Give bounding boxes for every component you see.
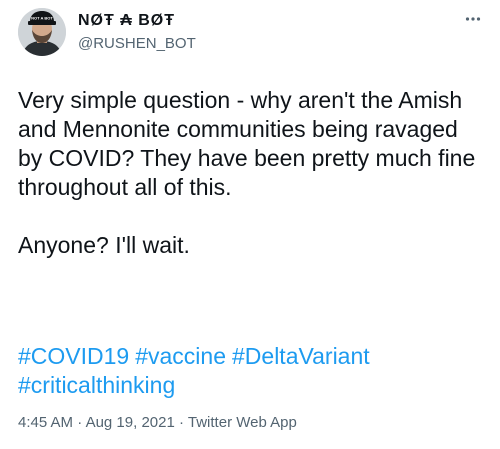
avatar-image: NOT A BOT: [18, 8, 66, 56]
hashtag-list: #COVID19 #vaccine #DeltaVariant #criticalth…: [18, 342, 488, 400]
tweet-date[interactable]: Aug 19, 2021: [86, 414, 175, 431]
hashtag-deltavariant[interactable]: #DeltaVariant: [232, 343, 370, 369]
tweet-source[interactable]: Twitter Web App: [188, 414, 297, 431]
tweet-text: Very simple question - why aren't the Am…: [18, 87, 476, 258]
tweet: NOT A BOT NØŦ ₳ BØŦ @RUSHEN_BOT Very sim…: [0, 0, 500, 449]
tweet-metadata: 4:45 AM · Aug 19, 2021 · Twitter Web App: [18, 414, 297, 431]
hashtag-criticalthinking[interactable]: #criticalthinking: [18, 372, 175, 398]
more-options-button[interactable]: [460, 6, 486, 32]
hashtag-covid19[interactable]: #COVID19: [18, 343, 129, 369]
display-name[interactable]: NØŦ ₳ BØŦ: [78, 12, 175, 30]
more-horizontal-icon: [465, 17, 481, 21]
avatar-cap-text: NOT A BOT: [31, 15, 53, 20]
user-handle[interactable]: @RUSHEN_BOT: [78, 35, 196, 52]
hashtag-vaccine[interactable]: #vaccine: [135, 343, 226, 369]
meta-separator: ·: [178, 414, 184, 431]
tweet-time[interactable]: 4:45 AM: [18, 414, 73, 431]
meta-separator: ·: [77, 414, 83, 431]
avatar[interactable]: NOT A BOT: [18, 8, 66, 56]
